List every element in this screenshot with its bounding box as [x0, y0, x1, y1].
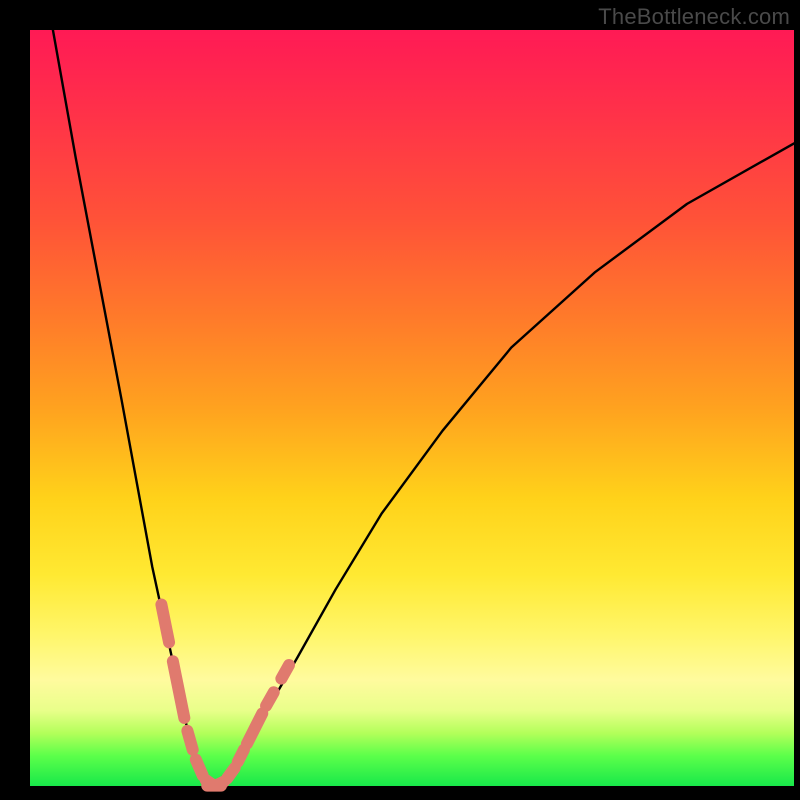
watermark-text: TheBottleneck.com: [598, 4, 790, 30]
dash-segment: [238, 750, 244, 762]
dash-segment: [227, 768, 235, 779]
curve-right-branch: [213, 143, 794, 786]
dash-segment: [173, 661, 184, 718]
dash-segment: [266, 692, 274, 706]
dash-segment: [161, 605, 169, 643]
dash-segment: [247, 713, 262, 743]
chart-frame: TheBottleneck.com: [0, 0, 800, 800]
dash-segment: [196, 760, 203, 776]
plot-area: [30, 30, 794, 786]
chart-svg: [30, 30, 794, 786]
dash-segment: [281, 665, 289, 679]
dash-segment: [187, 731, 192, 750]
curve-left-branch: [53, 30, 213, 786]
